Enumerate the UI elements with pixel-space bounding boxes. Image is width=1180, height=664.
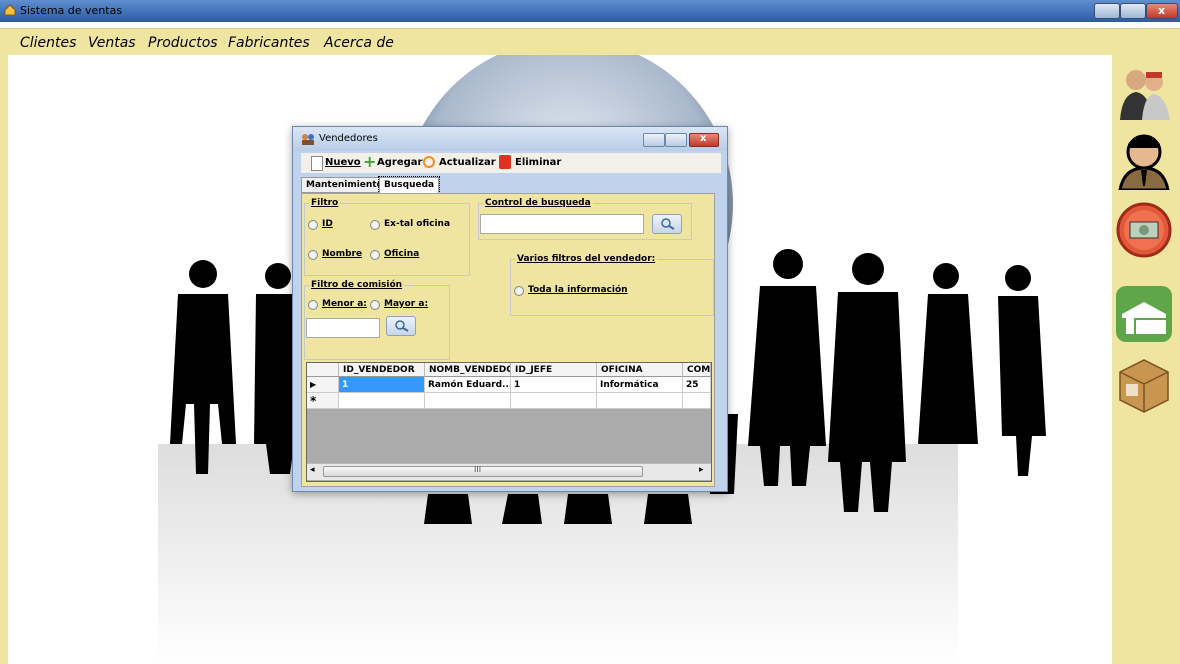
radio-nombre-label: Nombre <box>322 249 363 259</box>
vendedores-icon <box>302 134 314 145</box>
row-header-current[interactable]: ▶ <box>307 377 339 393</box>
new-row-cell[interactable] <box>425 393 511 409</box>
radio-menor[interactable] <box>308 300 318 310</box>
col-com[interactable]: COM <box>683 363 711 377</box>
radio-oficina-label: Oficina <box>384 249 420 259</box>
vendedores-grid[interactable]: ID_VENDEDOR NOMB_VENDEDO ID_JEFE OFICINA… <box>306 362 712 482</box>
busqueda-panel: Filtro ID Ex-tal oficina Nombre Oficina … <box>301 193 715 487</box>
radio-nombre[interactable] <box>308 250 318 260</box>
people-icon[interactable] <box>1114 62 1174 122</box>
search-button[interactable] <box>652 214 682 234</box>
close-icon: x <box>1158 4 1166 17</box>
col-oficina[interactable]: OFICINA <box>597 363 683 377</box>
comision-search-icon <box>395 320 409 332</box>
new-row-cell[interactable] <box>511 393 597 409</box>
window-title: Sistema de ventas <box>20 4 123 17</box>
vendedores-dialog: Vendedores x Nuevo + Agregar Actualizar … <box>292 126 728 492</box>
menu-productos[interactable]: Productos <box>148 35 218 51</box>
grid-corner <box>307 363 339 377</box>
radio-toda-informacion[interactable] <box>514 286 524 296</box>
col-id-jefe[interactable]: ID_JEFE <box>511 363 597 377</box>
scroll-thumb[interactable]: III <box>323 465 643 477</box>
cell-id-jefe[interactable]: 1 <box>511 377 597 393</box>
search-input[interactable] <box>480 214 644 234</box>
radio-ex-tal-oficina-label: Ex-tal oficina <box>384 219 451 229</box>
menu-bar: Clientes Ventas Productos Fabricantes Ac… <box>0 28 1180 55</box>
tab-mantenimiento[interactable]: Mantenimiento <box>301 177 388 193</box>
dialog-close-icon: x <box>700 133 707 144</box>
control-busqueda-legend: Control de busqueda <box>485 198 591 208</box>
new-row-cell[interactable] <box>339 393 425 409</box>
filtro-legend: Filtro <box>311 198 339 208</box>
nuevo-icon <box>311 156 323 171</box>
cell-id-vendedor[interactable]: 1 <box>339 377 425 393</box>
radio-menor-label: Menor a: <box>322 299 367 309</box>
comision-input[interactable] <box>306 318 380 338</box>
money-icon[interactable] <box>1114 200 1174 260</box>
search-icon <box>661 218 675 230</box>
dialog-title: Vendedores <box>319 133 378 144</box>
dialog-close-button[interactable]: x <box>689 133 719 147</box>
tab-strip: Mantenimiento Busqueda <box>301 175 721 195</box>
actualizar-button[interactable]: Actualizar <box>439 157 496 168</box>
radio-mayor-label: Mayor a: <box>384 299 429 309</box>
filtro-group: Filtro <box>304 198 470 276</box>
left-frame <box>0 54 8 664</box>
new-row-cell[interactable] <box>683 393 711 409</box>
col-nomb-vendedor[interactable]: NOMB_VENDEDO <box>425 363 511 377</box>
plus-icon: + <box>363 152 377 171</box>
nuevo-button[interactable]: Nuevo <box>325 157 361 168</box>
dialog-toolbar: Nuevo + Agregar Actualizar Eliminar <box>301 153 721 173</box>
radio-toda-informacion-label: Toda la información <box>528 285 628 295</box>
radio-id-label: ID <box>322 219 333 229</box>
eliminar-button[interactable]: Eliminar <box>515 157 561 168</box>
dialog-titlebar: Vendedores x <box>293 127 727 151</box>
menu-clientes[interactable]: Clientes <box>20 35 76 51</box>
scroll-left-icon[interactable]: ◂ <box>310 465 315 475</box>
menu-acerca-de[interactable]: Acerca de <box>324 35 394 51</box>
delete-icon <box>499 155 511 169</box>
cell-com[interactable]: 25 <box>683 377 711 393</box>
tab-busqueda[interactable]: Busqueda <box>377 176 441 194</box>
seller-icon[interactable] <box>1114 130 1174 190</box>
row-header-new[interactable]: * <box>307 393 339 409</box>
minimize-button[interactable] <box>1094 3 1120 19</box>
menu-fabricantes[interactable]: Fabricantes <box>228 35 310 51</box>
horizontal-scrollbar[interactable]: ◂ III ▸ <box>307 463 711 480</box>
dialog-minimize-button[interactable] <box>643 133 665 147</box>
filtro-comision-legend: Filtro de comisión <box>311 280 403 290</box>
radio-ex-tal-oficina[interactable] <box>370 220 380 230</box>
window-titlebar: Sistema de ventas x <box>0 0 1180 22</box>
comision-search-button[interactable] <box>386 316 416 336</box>
radio-oficina[interactable] <box>370 250 380 260</box>
scroll-right-icon[interactable]: ▸ <box>699 465 704 475</box>
dialog-maximize-button[interactable] <box>665 133 687 147</box>
radio-mayor[interactable] <box>370 300 380 310</box>
box-icon[interactable] <box>1114 354 1174 414</box>
close-button[interactable]: x <box>1146 3 1178 19</box>
refresh-icon <box>423 156 435 168</box>
home-icon <box>4 4 16 16</box>
scroll-grip: III <box>474 465 482 474</box>
radio-id[interactable] <box>308 220 318 230</box>
cell-oficina[interactable]: Informática <box>597 377 683 393</box>
maximize-button[interactable] <box>1120 3 1146 19</box>
menu-ventas[interactable]: Ventas <box>88 35 136 51</box>
col-id-vendedor[interactable]: ID_VENDEDOR <box>339 363 425 377</box>
cell-nomb-vendedor[interactable]: Ramón Eduard... <box>425 377 511 393</box>
agregar-button[interactable]: Agregar <box>377 157 422 168</box>
varios-filtros-legend: Varios filtros del vendedor: <box>517 254 656 264</box>
factory-icon[interactable] <box>1114 284 1174 344</box>
new-row-cell[interactable] <box>597 393 683 409</box>
